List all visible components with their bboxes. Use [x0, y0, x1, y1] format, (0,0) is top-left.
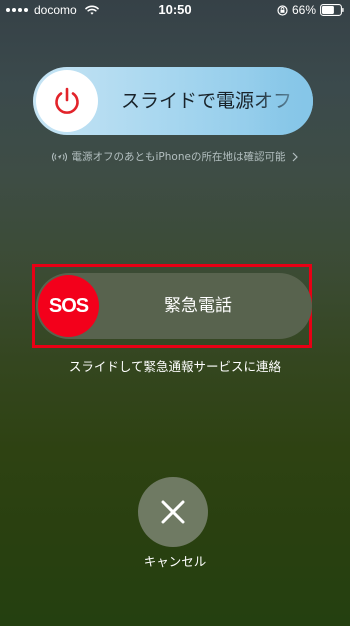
status-bar: docomo 10:50 66% [0, 0, 350, 20]
power-off-label-fade [253, 67, 313, 135]
close-icon [161, 500, 185, 524]
battery-icon [320, 4, 344, 16]
power-off-slider-knob[interactable] [36, 70, 98, 132]
chevron-right-icon [293, 152, 299, 161]
sos-slider-knob[interactable]: SOS [38, 275, 99, 337]
find-my-location-icon [51, 152, 67, 161]
emergency-sos-caption: スライドして緊急通報サービスに連絡 [68, 359, 282, 374]
rotation-lock-icon [277, 4, 288, 16]
cancel-label: キャンセル [143, 554, 207, 569]
status-right: 66% [277, 3, 344, 17]
find-my-text: 電源オフのあともiPhoneの所在地は確認可能 [71, 151, 286, 163]
battery-percent: 66% [291, 3, 316, 17]
power-off-slider[interactable]: スライドで電源オフ [33, 67, 313, 135]
power-icon [55, 87, 79, 114]
find-my-notice[interactable]: 電源オフのあともiPhoneの所在地は確認可能 [0, 149, 350, 164]
cancel-button[interactable] [138, 477, 208, 547]
emergency-call-label: 緊急電話 [164, 296, 232, 316]
emergency-sos-slider[interactable]: SOS 緊急電話 [36, 273, 312, 339]
